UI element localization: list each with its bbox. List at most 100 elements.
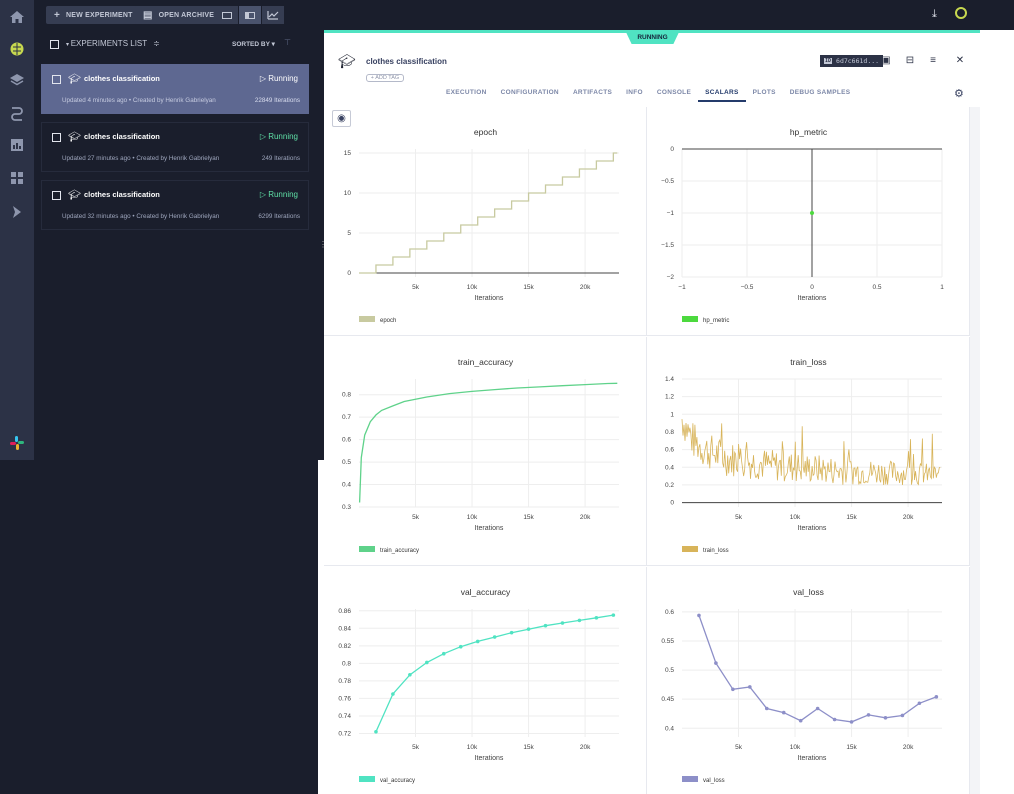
id-badge: ID (824, 58, 833, 64)
y-tick-label: 0 (670, 500, 674, 507)
y-tick-label: 0.8 (342, 660, 351, 667)
list-header: ▾ EXPERIMENTS LIST ≑ SORTED BY ▾ ⊤ (34, 30, 318, 60)
x-tick-label: 20k (903, 514, 914, 521)
data-point (731, 687, 735, 692)
y-tick-label: 0.55 (661, 638, 674, 645)
console-icon[interactable]: ▣ (880, 55, 892, 67)
series-line (359, 152, 618, 274)
filter-icon[interactable]: ⊤ (284, 38, 291, 47)
select-all-checkbox[interactable] (50, 40, 59, 49)
chart-title: val_accuracy (461, 587, 511, 597)
tab-console[interactable]: CONSOLE (650, 89, 698, 102)
experiment-status: ▷ Running (259, 74, 298, 83)
download-icon[interactable]: ⤓ (932, 8, 937, 21)
x-tick-label: 1 (940, 284, 944, 291)
chart-panel-val_accuracy[interactable]: 5k 10k 15k 20k 0.72 0.74 0.76 0.78 0.8 0.82 0.84 0.… (324, 567, 647, 794)
details-view-button[interactable] (239, 6, 261, 24)
graduation-cap-icon: 🎓︎ (68, 190, 81, 201)
pipelines-icon[interactable] (9, 105, 25, 121)
x-tick-label: 15k (523, 284, 534, 291)
compare-view-button[interactable] (262, 6, 284, 24)
home-icon[interactable] (9, 9, 25, 25)
tab-configuration[interactable]: CONFIGURATION (494, 89, 566, 102)
y-tick-label: 0.2 (665, 482, 674, 489)
chart-panel-train_accuracy[interactable]: 5k 10k 15k 20k 0.3 0.4 0.5 0.6 0.7 0.8 train_accur… (324, 337, 647, 566)
chart-panel-val_loss[interactable]: 5k 10k 15k 20k 0.4 0.45 0.5 0.55 0.6 val_loss Iter… (647, 567, 970, 794)
open-archive-button[interactable]: ▤ OPEN ARCHIVE (135, 6, 223, 24)
x-tick-label: 10k (467, 284, 478, 291)
experiment-meta: Updated 32 minutes ago • Created by Henr… (62, 213, 220, 220)
table-view-button[interactable] (216, 6, 238, 24)
y-tick-label: 0.45 (661, 696, 674, 703)
scrollbar[interactable] (970, 107, 980, 794)
app-root: + NEW EXPERIMENT ▤ OPEN ARCHIVE ⤓ ▾ EXPE… (0, 0, 1014, 794)
chart-title: epoch (474, 127, 497, 137)
sort-dropdown[interactable]: SORTED BY ▾ (232, 40, 275, 48)
y-tick-label: 0.86 (338, 608, 351, 615)
experiment-iterations: 249 Iterations (261, 155, 300, 162)
y-tick-label: −1 (667, 210, 675, 217)
y-tick-label: −1.5 (661, 242, 674, 249)
row-checkbox[interactable] (52, 191, 61, 200)
x-tick-label: 5k (412, 744, 420, 751)
chart-val_loss: 5k 10k 15k 20k 0.4 0.45 0.5 0.55 0.6 val_loss Iter… (661, 587, 942, 784)
experiment-id-copy[interactable]: ID 6d7c661d... (820, 55, 884, 67)
series-line (681, 419, 941, 486)
add-tag-button[interactable]: + ADD TAG (366, 74, 404, 82)
layers-icon[interactable] (9, 72, 25, 88)
x-axis-label: Iterations (798, 755, 827, 762)
experiment-row[interactable]: 🎓︎ clothes classification ▷ Running Upda… (41, 64, 309, 114)
experiment-row[interactable]: 🎓︎ clothes classification ▷ Running Upda… (41, 122, 309, 172)
y-tick-label: 0 (670, 146, 674, 153)
x-tick-label: 0.5 (872, 284, 881, 291)
details-view-icon (245, 11, 255, 19)
tab-scalars[interactable]: SCALARS (698, 89, 746, 102)
chart-title: hp_metric (790, 127, 828, 137)
nav-bottom (0, 460, 34, 794)
tab-plots[interactable]: PLOTS (746, 89, 783, 102)
experiment-iterations: 6299 Iterations (258, 213, 300, 220)
user-avatar-icon[interactable] (955, 7, 967, 19)
chart-panel-hp_metric[interactable]: −1 −0.5 0 0.5 1 0 −0.5 −1 −1.5 −2 hp_metric Iterati… (647, 107, 970, 336)
close-icon[interactable]: ✕ (954, 55, 966, 67)
maximize-icon[interactable]: ⊟ (904, 55, 916, 67)
y-tick-label: −0.5 (661, 178, 674, 185)
tab-execution[interactable]: EXECUTION (439, 89, 494, 102)
chart-panel-train_loss[interactable]: 5k 10k 15k 20k 0 0.2 0.4 0.6 0.8 1 1.2 1.4 train_los… (647, 337, 970, 566)
experiment-name: clothes classification (84, 190, 160, 199)
x-tick-label: 20k (580, 514, 591, 521)
new-experiment-button[interactable]: + NEW EXPERIMENT (46, 6, 141, 24)
eye-icon[interactable]: ◉ (332, 110, 351, 127)
data-point (934, 695, 939, 699)
y-tick-label: −2 (667, 274, 675, 281)
gear-icon[interactable]: ⚙ (954, 87, 964, 100)
tab-artifacts[interactable]: ARTIFACTS (566, 89, 619, 102)
x-tick-label: 15k (523, 744, 534, 751)
datasets-icon[interactable] (9, 170, 25, 186)
experiment-status: ▷ Running (259, 190, 298, 199)
plus-icon: + (54, 9, 61, 21)
deploy-icon[interactable] (9, 204, 25, 220)
row-checkbox[interactable] (52, 133, 61, 142)
chart-panel-epoch[interactable]: 5k 10k 15k 20k 0 5 10 15 epoch Iterations epoch (324, 107, 647, 336)
brain-icon[interactable] (9, 41, 25, 57)
x-tick-label: 5k (735, 514, 743, 521)
top-toolbar: + NEW EXPERIMENT ▤ OPEN ARCHIVE ⤓ (34, 0, 980, 30)
list-title[interactable]: ▾ EXPERIMENTS LIST ≑ (66, 39, 160, 48)
y-tick-label: 0 (347, 270, 351, 277)
x-tick-label: 20k (580, 744, 591, 751)
tab-debug-samples[interactable]: DEBUG SAMPLES (783, 89, 858, 102)
chart-train_accuracy: 5k 10k 15k 20k 0.3 0.4 0.5 0.6 0.7 0.8 train_accur… (342, 357, 619, 554)
data-point (697, 613, 701, 618)
legend-swatch (359, 316, 375, 322)
data-point (781, 710, 786, 715)
experiment-row[interactable]: 🎓︎ clothes classification ▷ Running Upda… (41, 180, 309, 230)
menu-icon[interactable]: ≡ (927, 55, 939, 67)
row-checkbox[interactable] (52, 75, 61, 84)
experiment-title[interactable]: clothes classification (366, 57, 447, 66)
tab-info[interactable]: INFO (619, 89, 650, 102)
x-axis-label: Iterations (475, 295, 504, 302)
slack-icon[interactable] (9, 435, 25, 451)
reports-icon[interactable] (9, 137, 25, 153)
data-point (764, 706, 769, 711)
